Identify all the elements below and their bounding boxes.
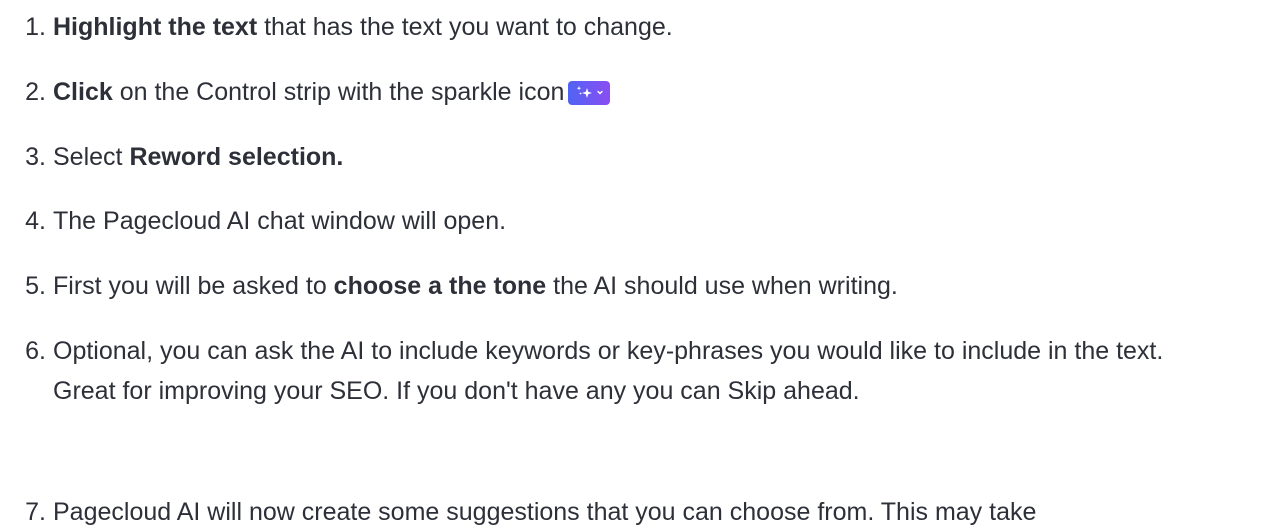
step-bold-text: choose a the tone [333, 272, 547, 300]
step-number: 3. [25, 143, 46, 171]
step-text: Pagecloud AI will now create some sugges… [53, 498, 1037, 526]
step-text: First you will be asked to choose a the … [53, 266, 1213, 306]
step-number: 6. [25, 337, 46, 365]
step-text: Optional, you can ask the AI to include … [53, 337, 1164, 405]
step-text: Highlight the text that has the text you… [53, 7, 1213, 47]
step-pre-text: Select [53, 143, 130, 171]
step-rest-text: that has the text you want to change. [257, 13, 673, 41]
step-rest-text: on the Control strip with the sparkle ic… [112, 78, 565, 106]
step-rest-text: the AI should use when writing. [546, 272, 898, 300]
step-bold-text: Highlight the text [53, 13, 258, 41]
sparkle-glyph [577, 86, 604, 98]
step-number: 7. [25, 498, 46, 526]
step-number: 1. [25, 13, 46, 41]
step-number: 4. [25, 207, 46, 235]
step-pre-text: First you will be asked to [53, 272, 334, 300]
step-bold-text: Click [53, 78, 113, 106]
step-number: 5. [25, 272, 46, 300]
step-text: Click on the Control strip with the spar… [53, 72, 1213, 112]
step-number: 2. [25, 78, 46, 106]
step-text: The Pagecloud AI chat window will open. [53, 207, 507, 235]
sparkle-icon [568, 81, 611, 105]
step-text: Select Reword selection. [53, 137, 1213, 177]
step-bold-text: Reword selection. [129, 143, 344, 171]
